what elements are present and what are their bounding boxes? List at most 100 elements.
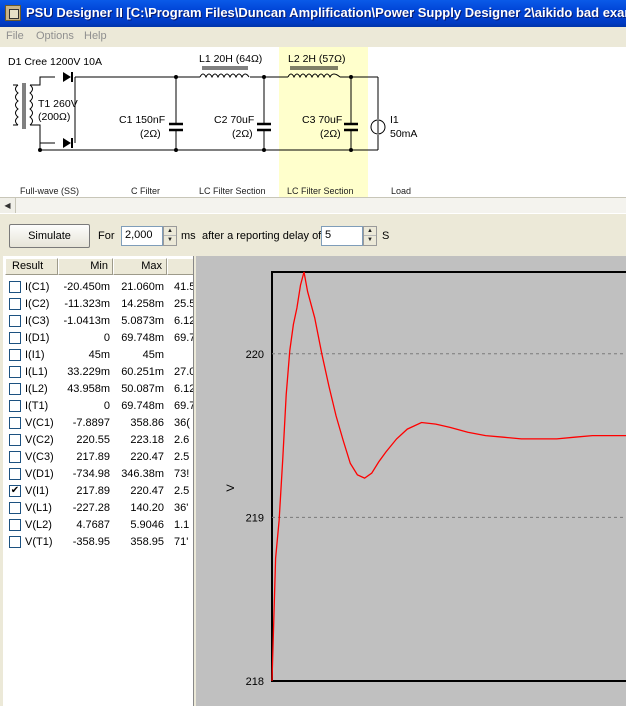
plot-checkbox[interactable] <box>9 502 21 514</box>
result-min: -7.8897 <box>72 417 110 429</box>
result-min: 43.958m <box>67 383 110 395</box>
result-min: -20.450m <box>63 281 110 293</box>
result-range: 2.5 <box>174 485 190 497</box>
delay-unit: S <box>382 230 390 242</box>
section-lc-filter-1[interactable]: LC Filter Section <box>199 186 266 196</box>
results-table[interactable]: Result Min Max I(C1) -20.450m 21.060m 41.5 I… <box>3 256 194 706</box>
diode-label: D1 Cree 1200V 10A <box>8 56 102 68</box>
table-row[interactable]: V(L1) -227.28 140.20 36' <box>3 500 193 517</box>
result-min: 33.229m <box>67 366 110 378</box>
column-header-extra[interactable] <box>167 258 193 275</box>
plot-checkbox[interactable] <box>9 417 21 429</box>
schematic-scrollbar[interactable]: ◀ <box>0 197 626 213</box>
plot-area[interactable]: 220 219 218 V <box>196 256 626 706</box>
result-name: I(L1) <box>25 366 48 378</box>
column-header-max[interactable]: Max <box>113 258 167 275</box>
y-tick-label: 218 <box>246 676 264 688</box>
table-row[interactable]: I(C1) -20.450m 21.060m 41.5 <box>3 279 193 296</box>
result-name: I(C2) <box>25 298 50 310</box>
result-max: 5.9046 <box>130 519 164 531</box>
result-range: 69.7 <box>174 332 194 344</box>
result-min: 217.89 <box>76 451 110 463</box>
plot-checkbox[interactable] <box>9 298 21 310</box>
plot-checkbox[interactable] <box>9 468 21 480</box>
result-name: V(L2) <box>25 519 52 531</box>
table-row[interactable]: V(C2) 220.55 223.18 2.6 <box>3 432 193 449</box>
duration-unit: ms <box>181 230 196 242</box>
delay-spinner[interactable]: ▲ ▼ <box>363 226 377 246</box>
table-row[interactable]: I(T1) 0 69.748m 69.7 <box>3 398 194 415</box>
result-max: 21.060m <box>121 281 164 293</box>
result-name: V(T1) <box>25 536 53 548</box>
plot-checkbox[interactable] <box>9 383 21 395</box>
plot-checkbox[interactable] <box>9 366 21 378</box>
transformer-resistance: (200Ω) <box>38 111 71 123</box>
menu-bar: File Options Help <box>0 27 626 47</box>
result-max: 69.748m <box>121 332 164 344</box>
result-max: 346.38m <box>121 468 164 480</box>
c1-esr: (2Ω) <box>140 128 161 140</box>
table-row[interactable]: V(C1) -7.8897 358.86 36( <box>3 415 193 432</box>
table-row[interactable]: I(D1) 0 69.748m 69.7 <box>3 330 194 347</box>
result-name: I(C1) <box>25 281 50 293</box>
table-row[interactable]: V(L2) 4.7687 5.9046 1.1 <box>3 517 193 534</box>
result-range: 1.1 <box>174 519 190 531</box>
result-name: V(L1) <box>25 502 52 514</box>
menu-help[interactable]: Help <box>84 30 107 42</box>
table-row[interactable]: V(C3) 217.89 220.47 2.5 <box>3 449 193 466</box>
result-min: 45m <box>88 349 110 361</box>
load-value: 50mA <box>390 128 418 140</box>
result-range: 73! <box>174 468 190 480</box>
duration-input[interactable]: 2,000 <box>121 226 163 246</box>
result-min: 217.89 <box>76 485 110 497</box>
column-header-min[interactable]: Min <box>58 258 113 275</box>
result-name: I(T1) <box>25 400 49 412</box>
table-row[interactable]: I(C2) -11.323m 14.258m 25.5 <box>3 296 193 313</box>
plot-checkbox[interactable] <box>9 536 21 548</box>
table-row[interactable]: ✔ V(I1) 217.89 220.47 2.5 <box>3 483 193 500</box>
table-row[interactable]: V(T1) -358.95 358.95 71' <box>3 534 193 551</box>
scroll-thumb[interactable] <box>17 199 617 212</box>
plot-checkbox[interactable]: ✔ <box>9 485 21 497</box>
column-header-result[interactable]: Result <box>5 258 58 275</box>
result-name: I(D1) <box>25 332 50 344</box>
schematic-canvas[interactable]: D1 Cree 1200V 10A T1 260V (200Ω) C1 150n… <box>0 47 626 197</box>
plot-checkbox[interactable] <box>9 349 21 361</box>
scroll-left-button[interactable]: ◀ <box>0 198 16 213</box>
window-title: PSU Designer II [C:\Program Files\Duncan… <box>26 5 626 20</box>
plot-checkbox[interactable] <box>9 400 21 412</box>
duration-spinner[interactable]: ▲ ▼ <box>163 226 177 246</box>
result-range: 6.12 <box>174 383 194 395</box>
table-row[interactable]: I(L1) 33.229m 60.251m 27.0 <box>3 364 193 381</box>
c3-esr: (2Ω) <box>320 128 341 140</box>
section-lc-filter-2[interactable]: LC Filter Section <box>287 186 354 196</box>
plot-checkbox[interactable] <box>9 332 21 344</box>
c2-esr: (2Ω) <box>232 128 253 140</box>
menu-file[interactable]: File <box>6 30 24 42</box>
plot-checkbox[interactable] <box>9 315 21 327</box>
simulate-button[interactable]: Simulate <box>9 224 90 248</box>
result-range: 69.7 <box>174 400 194 412</box>
plot-checkbox[interactable] <box>9 434 21 446</box>
result-max: 358.95 <box>130 536 164 548</box>
delay-label: after a reporting delay of <box>202 230 322 242</box>
result-max: 5.0873m <box>121 315 164 327</box>
table-row[interactable]: I(L2) 43.958m 50.087m 6.12 <box>3 381 194 398</box>
table-row[interactable]: V(D1) -734.98 346.38m 73! <box>3 466 193 483</box>
result-name: V(D1) <box>25 468 54 480</box>
y-tick-label: 219 <box>246 512 264 524</box>
table-row[interactable]: I(C3) -1.0413m 5.0873m 6.12 <box>3 313 193 330</box>
result-name: V(C3) <box>25 451 54 463</box>
plot-checkbox[interactable] <box>9 451 21 463</box>
plot-checkbox[interactable] <box>9 281 21 293</box>
section-load[interactable]: Load <box>391 186 411 196</box>
table-row[interactable]: I(I1) 45m 45m <box>3 347 193 364</box>
plot-checkbox[interactable] <box>9 519 21 531</box>
section-fullwave[interactable]: Full-wave (SS) <box>20 186 79 196</box>
result-max: 45m <box>142 349 164 361</box>
app-icon[interactable] <box>5 5 21 21</box>
menu-options[interactable]: Options <box>36 30 74 42</box>
section-c-filter[interactable]: C Filter <box>131 186 160 196</box>
result-range: 36' <box>174 502 189 514</box>
delay-input[interactable]: 5 <box>321 226 363 246</box>
